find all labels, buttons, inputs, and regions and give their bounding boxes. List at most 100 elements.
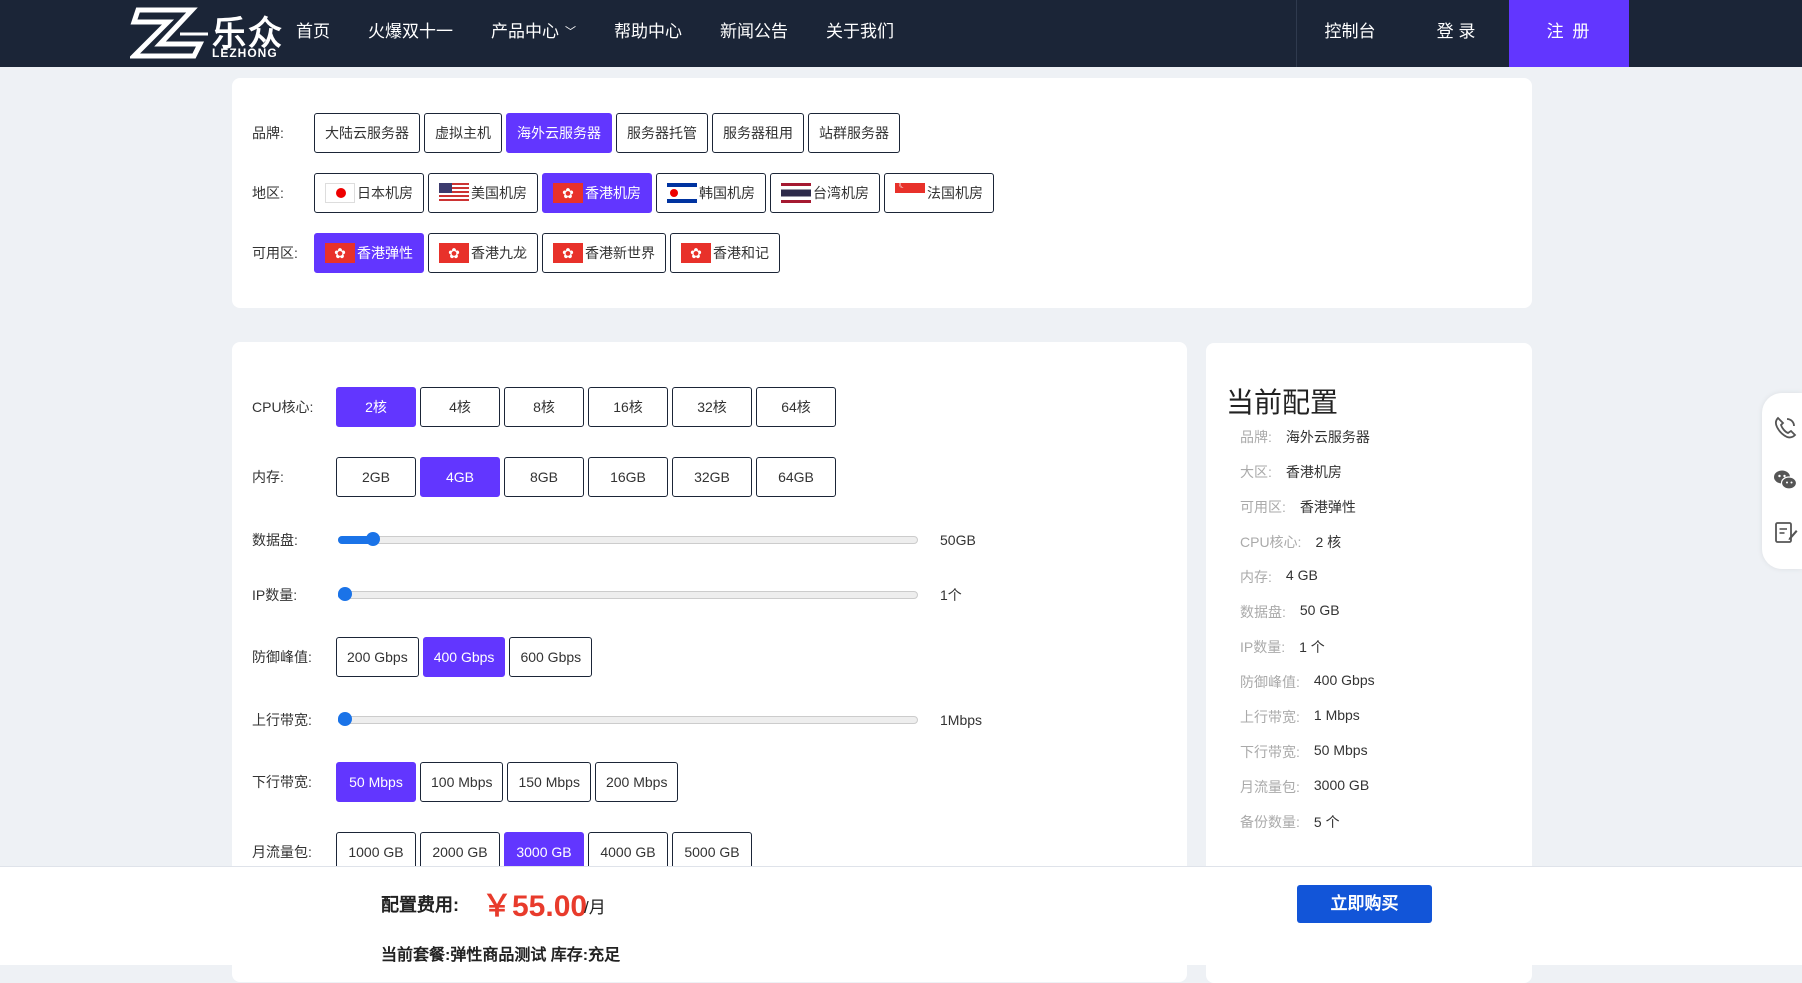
summary-row: 上行带宽: 1 Mbps	[1240, 707, 1360, 727]
buy-now-button[interactable]: 立即购买	[1297, 885, 1432, 923]
ip-slider[interactable]	[338, 587, 918, 601]
defense-option[interactable]: 600 Gbps	[509, 637, 593, 677]
hongkong-flag-icon: ✿	[681, 243, 711, 263]
summary-key: 数据盘:	[1240, 604, 1286, 620]
disk-slider[interactable]	[338, 532, 918, 546]
memory-option[interactable]: 64GB	[756, 457, 836, 497]
brand-option[interactable]: 服务器租用	[712, 113, 804, 153]
summary-row: 备份数量: 5 个	[1240, 812, 1340, 832]
logo-z-icon	[127, 7, 208, 59]
nav-news[interactable]: 新闻公告	[720, 0, 788, 67]
download-option[interactable]: 150 Mbps	[507, 762, 591, 802]
summary-row: 内存: 4 GB	[1240, 567, 1318, 587]
brand-option[interactable]: 服务器托管	[616, 113, 708, 153]
nav-double-eleven[interactable]: 火爆双十一	[368, 0, 453, 67]
memory-label: 内存:	[252, 469, 284, 485]
nav-home[interactable]: 首页	[296, 0, 330, 67]
region-option-label: 法国机房	[927, 185, 983, 201]
usa-flag-icon	[439, 183, 469, 203]
console-link[interactable]: 控制台	[1297, 0, 1403, 67]
hongkong-flag-icon: ✿	[553, 243, 583, 263]
zone-label: 可用区:	[252, 245, 298, 261]
hongkong-flag-icon: ✿	[325, 243, 355, 263]
summary-value: 香港机房	[1285, 464, 1342, 480]
memory-option[interactable]: 2GB	[336, 457, 416, 497]
summary-row: 可用区: 香港弹性	[1240, 497, 1356, 517]
login-link[interactable]: 登 录	[1403, 0, 1509, 67]
cpu-label: CPU核心:	[252, 399, 314, 415]
region-option[interactable]: 台湾机房	[770, 173, 880, 213]
slider-thumb[interactable]	[338, 712, 352, 726]
nav-products[interactable]: 产品中心 ﹀	[491, 0, 576, 67]
logo[interactable]: 乐众 LEZHONG	[127, 4, 290, 62]
summary-value: 海外云服务器	[1285, 429, 1370, 445]
summary-key: 内存:	[1240, 569, 1272, 585]
nav-help[interactable]: 帮助中心	[614, 0, 682, 67]
hongkong-flag-icon: ✿	[439, 243, 469, 263]
region-option[interactable]: 日本机房	[314, 173, 424, 213]
summary-value: 5 个	[1313, 814, 1340, 830]
ip-label: IP数量:	[252, 587, 298, 603]
slider-thumb[interactable]	[338, 587, 352, 601]
region-option[interactable]: 美国机房	[428, 173, 538, 213]
summary-key: 下行带宽:	[1240, 744, 1300, 760]
summary-row: 品牌: 海外云服务器	[1240, 427, 1370, 447]
summary-key: IP数量:	[1240, 639, 1286, 655]
brand-option[interactable]: 站群服务器	[808, 113, 900, 153]
defense-option[interactable]: 400 Gbps	[422, 637, 506, 677]
brand-row: 品牌: 大陆云服务器 虚拟主机 海外云服务器 服务器托管 服务器租用 站群服务器	[252, 113, 904, 153]
zone-option[interactable]: ✿ 香港和记	[670, 233, 780, 273]
floating-contact-bar	[1762, 393, 1802, 569]
cpu-option[interactable]: 64核	[756, 387, 836, 427]
summary-row: CPU核心: 2 核	[1240, 532, 1341, 552]
cpu-option[interactable]: 32核	[672, 387, 752, 427]
download-option[interactable]: 50 Mbps	[336, 762, 416, 802]
upload-slider[interactable]	[338, 712, 918, 726]
region-option-label: 美国机房	[471, 185, 527, 201]
phone-icon[interactable]	[1772, 415, 1798, 441]
fee-price: ￥55.00	[482, 890, 588, 923]
defense-row: 防御峰值: 200 Gbps 400 Gbps 600 Gbps	[252, 637, 596, 677]
brand-option[interactable]: 虚拟主机	[424, 113, 502, 153]
brand-option[interactable]: 大陆云服务器	[314, 113, 420, 153]
region-option[interactable]: ✿ 香港机房	[542, 173, 652, 213]
taiwan-flag-icon	[781, 183, 811, 203]
disk-value: 50GB	[940, 532, 976, 548]
zone-option[interactable]: ✿ 香港弹性	[314, 233, 424, 273]
memory-option[interactable]: 32GB	[672, 457, 752, 497]
region-option[interactable]: 韩国机房	[656, 173, 766, 213]
filter-card: 品牌: 大陆云服务器 虚拟主机 海外云服务器 服务器托管 服务器租用 站群服务器…	[232, 78, 1532, 308]
cpu-option[interactable]: 4核	[420, 387, 500, 427]
cpu-option[interactable]: 2核	[336, 387, 416, 427]
ip-value: 1个	[940, 587, 962, 603]
cpu-option[interactable]: 8核	[504, 387, 584, 427]
brand-option[interactable]: 海外云服务器	[506, 113, 612, 153]
wechat-icon[interactable]	[1772, 467, 1798, 493]
fee-label: 配置费用:	[381, 895, 459, 915]
region-option-label: 韩国机房	[699, 185, 755, 201]
zone-option-label: 香港九龙	[471, 245, 527, 261]
defense-option[interactable]: 200 Gbps	[336, 637, 419, 677]
download-option[interactable]: 200 Mbps	[594, 762, 679, 802]
memory-option[interactable]: 4GB	[420, 457, 500, 497]
cpu-option[interactable]: 16核	[588, 387, 668, 427]
feedback-icon[interactable]	[1772, 519, 1798, 545]
zone-option[interactable]: ✿ 香港九龙	[428, 233, 538, 273]
chevron-down-icon: ﹀	[565, 26, 576, 38]
register-button[interactable]: 注 册	[1509, 0, 1629, 67]
region-option[interactable]: 法国机房	[884, 173, 994, 213]
summary-key: 大区:	[1240, 464, 1272, 480]
upload-value: 1Mbps	[940, 712, 983, 728]
summary-value: 4 GB	[1285, 567, 1318, 583]
zone-option-label: 香港新世界	[585, 245, 655, 261]
memory-option[interactable]: 16GB	[588, 457, 668, 497]
zone-option-label: 香港和记	[713, 245, 769, 261]
memory-option[interactable]: 8GB	[504, 457, 584, 497]
france-flag-icon	[895, 180, 925, 203]
zone-option[interactable]: ✿ 香港新世界	[542, 233, 666, 273]
nav-about[interactable]: 关于我们	[826, 0, 894, 67]
download-option[interactable]: 100 Mbps	[420, 762, 504, 802]
current-plan-text: 当前套餐:弹性商品测试 库存:充足	[381, 947, 621, 964]
summary-row: 数据盘: 50 GB	[1240, 602, 1340, 622]
price-footer: 配置费用: ￥55.00 /月 立即购买 当前套餐:弹性商品测试 库存:充足	[0, 866, 1802, 965]
